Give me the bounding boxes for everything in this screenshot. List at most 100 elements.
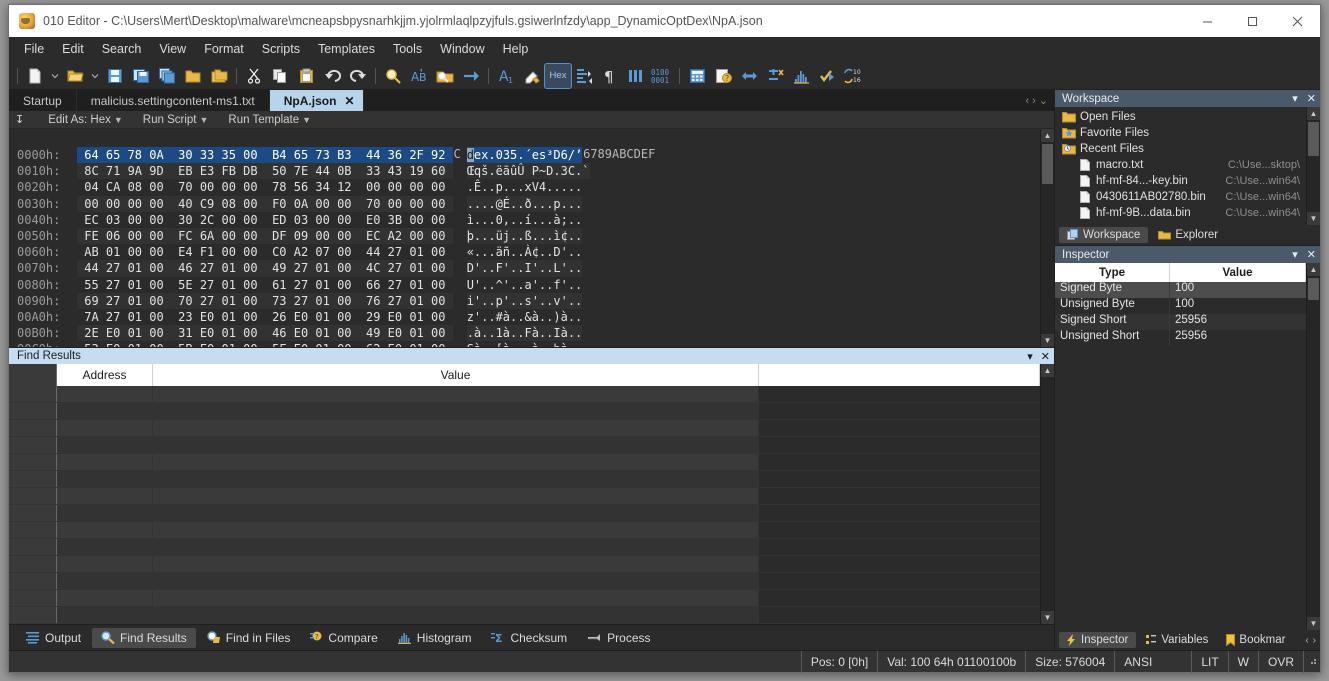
dock-tab-bookmarks[interactable]: Bookmar xyxy=(1218,632,1293,648)
inspector-rows[interactable]: Signed Byte 100 Unsigned Byte 100 Signed Sho… xyxy=(1055,282,1306,346)
status-endian[interactable]: LIT xyxy=(1191,650,1227,673)
hex-row-bytes[interactable]: 2E E0 01 00 31 E0 01 00 46 E0 01 00 49 E… xyxy=(77,325,453,342)
row-selector-cell[interactable] xyxy=(9,488,57,504)
find-results-scrollbar[interactable]: ▲ ▼ xyxy=(1040,364,1054,624)
dock-tab-inspector[interactable]: Inspector xyxy=(1059,632,1137,648)
scroll-down-icon[interactable]: ▼ xyxy=(1041,611,1054,624)
hex-row-ascii[interactable]: Sà..[à.._à..bà.. xyxy=(467,341,583,347)
row-selector-cell[interactable] xyxy=(9,556,57,572)
menu-scripts[interactable]: Scripts xyxy=(253,39,309,59)
hex-row[interactable]: 00B0h: 2E E0 01 00 31 E0 01 00 46 E0 01 … xyxy=(9,325,1040,342)
document-tab-malicius[interactable]: malicius.settingcontent-ms1.txt xyxy=(76,90,270,111)
row-selector-cell[interactable] xyxy=(9,471,57,487)
hex-row-ascii[interactable]: .Ê..p...xV4..... xyxy=(467,179,583,195)
scroll-thumb[interactable] xyxy=(1308,278,1319,300)
table-row[interactable] xyxy=(9,505,1040,522)
hex-row[interactable]: 0090h: 69 27 01 00 70 27 01 00 73 27 01 … xyxy=(9,292,1040,309)
calculator-icon[interactable] xyxy=(684,64,710,88)
open-file-icon[interactable] xyxy=(62,64,88,88)
scroll-up-icon[interactable]: ▲ xyxy=(1307,107,1320,120)
menu-templates[interactable]: Templates xyxy=(309,39,384,59)
hex-row-bytes[interactable]: 69 27 01 00 70 27 01 00 73 27 01 00 76 2… xyxy=(77,292,453,309)
scroll-track[interactable] xyxy=(1041,142,1054,334)
undo-icon[interactable] xyxy=(319,64,345,88)
panel-menu-icon[interactable]: ▾ xyxy=(1292,92,1298,105)
inspector-value[interactable]: 100 xyxy=(1170,282,1306,298)
binary-mode-icon[interactable]: 0100 0001 xyxy=(649,64,675,88)
table-row[interactable] xyxy=(9,607,1040,624)
hex-row-bytes[interactable]: 53 E0 01 00 5B E0 01 00 5F E0 01 00 62 E… xyxy=(77,341,453,347)
open-file-dropdown-icon[interactable] xyxy=(88,64,102,88)
open-folder-icon[interactable] xyxy=(180,64,206,88)
scroll-track[interactable] xyxy=(1307,120,1320,212)
run-script-dropdown[interactable]: Run Script ▼ xyxy=(133,114,219,126)
hex-row-ascii[interactable]: D'..F'..I'..L'.. xyxy=(466,260,583,277)
maximize-button[interactable] xyxy=(1230,5,1275,37)
row-selector-cell[interactable] xyxy=(9,539,57,555)
replace-icon[interactable]: AB xyxy=(406,64,432,88)
run-script-icon[interactable] xyxy=(814,64,840,88)
copy-icon[interactable] xyxy=(267,64,293,88)
scroll-track[interactable] xyxy=(1041,377,1054,611)
document-tab-npa-json[interactable]: NpA.json ✕ xyxy=(269,90,364,111)
byte-order-icon[interactable] xyxy=(571,64,597,88)
hex-row[interactable]: 0040h: EC 03 00 00 30 2C 00 00 ED 03 00 … xyxy=(9,212,1040,228)
column-header-type[interactable]: Type xyxy=(1055,263,1170,282)
row-selector-cell[interactable] xyxy=(9,522,57,538)
hex-row-ascii[interactable]: «...äñ..À¢..D'.. xyxy=(467,244,583,260)
histogram-icon[interactable] xyxy=(788,64,814,88)
inspector-value[interactable]: 25956 xyxy=(1170,314,1306,330)
status-insert-mode[interactable]: OVR xyxy=(1257,650,1303,673)
hex-row-bytes[interactable]: EC 03 00 00 30 2C 00 00 ED 03 00 00 E0 3… xyxy=(77,212,453,228)
hex-row-ascii[interactable]: dex.035.´es³D6/’ xyxy=(466,147,583,164)
hex-row-bytes[interactable]: 55 27 01 00 5E 27 01 00 61 27 01 00 66 2… xyxy=(77,277,453,293)
menu-tools[interactable]: Tools xyxy=(384,39,431,59)
dock-tab-prev-icon[interactable]: ‹ xyxy=(1305,635,1308,646)
edit-as-hex-dropdown[interactable]: Edit As: Hex ▼ xyxy=(38,114,133,126)
status-encoding[interactable]: ANSI xyxy=(1114,650,1161,673)
hex-vertical-scrollbar[interactable]: ▲ ▼ xyxy=(1040,129,1054,347)
save-as-icon[interactable] xyxy=(128,64,154,88)
scroll-thumb[interactable] xyxy=(1042,144,1053,184)
menu-view[interactable]: View xyxy=(150,39,195,59)
tree-file-item[interactable]: 0430611AB02780.bin C:\Use...win64\ xyxy=(1055,189,1306,205)
scroll-down-icon[interactable]: ▼ xyxy=(1041,334,1054,347)
column-header-value[interactable]: Value xyxy=(1170,263,1306,282)
menu-edit[interactable]: Edit xyxy=(53,39,93,59)
table-row[interactable] xyxy=(9,522,1040,539)
scroll-up-icon[interactable]: ▲ xyxy=(1041,129,1054,142)
inspector-scrollbar[interactable]: ▲ ▼ xyxy=(1306,263,1320,630)
compare-icon[interactable] xyxy=(736,64,762,88)
hex-row-ascii[interactable]: .à..1à..Fà..Ià.. xyxy=(466,325,583,342)
hex-row[interactable]: 0080h: 55 27 01 00 5E 27 01 00 61 27 01 … xyxy=(9,277,1040,293)
hex-row-bytes[interactable]: FE 06 00 00 FC 6A 00 00 DF 09 00 00 EC A… xyxy=(77,227,453,245)
table-row[interactable] xyxy=(9,403,1040,420)
table-row[interactable] xyxy=(9,420,1040,437)
hex-row[interactable]: 0050h: FE 06 00 00 FC 6A 00 00 DF 09 00 … xyxy=(9,227,1040,245)
table-row[interactable] xyxy=(9,539,1040,556)
hex-row-ascii[interactable]: Œqš.ëãûÛ P~D.3C.` xyxy=(466,163,590,180)
inspector-row[interactable]: Signed Short 25956 xyxy=(1055,314,1306,330)
tree-file-item[interactable]: hf-mf-9B...data.bin C:\Use...win64\ xyxy=(1055,205,1306,221)
bottom-tab-output[interactable]: Output xyxy=(17,628,90,648)
inspector-row[interactable]: Unsigned Byte 100 xyxy=(1055,298,1306,314)
hex-row-bytes[interactable]: 00 00 00 00 40 C9 08 00 F0 0A 00 00 70 0… xyxy=(77,195,453,212)
row-selector-cell[interactable] xyxy=(9,590,57,606)
scroll-down-icon[interactable]: ▼ xyxy=(1307,617,1320,630)
hex-row[interactable]: 0060h: AB 01 00 00 E4 F1 00 00 C0 A2 07 … xyxy=(9,244,1040,260)
menu-format[interactable]: Format xyxy=(195,39,253,59)
panel-close-icon[interactable]: ✕ xyxy=(1307,92,1316,105)
hex-row[interactable]: 0070h: 44 27 01 00 46 27 01 00 49 27 01 … xyxy=(9,260,1040,277)
goto-icon[interactable] xyxy=(458,64,484,88)
row-selector-cell[interactable] xyxy=(9,386,57,402)
column-header-value[interactable]: Value xyxy=(153,364,759,386)
cut-icon[interactable] xyxy=(241,64,267,88)
tab-list-icon[interactable]: ⌄ xyxy=(1039,94,1048,107)
row-selector-cell[interactable] xyxy=(9,573,57,589)
hex-row-ascii[interactable]: U'..^'..a'..f'.. xyxy=(467,277,583,293)
menu-search[interactable]: Search xyxy=(93,39,151,59)
row-selector-cell[interactable] xyxy=(9,454,57,470)
hex-content[interactable]: 0 1 2 3 4 5 6 7 8 9 A B C D E F012345678… xyxy=(9,129,1040,347)
inspector-row[interactable]: Signed Byte 100 xyxy=(1055,282,1306,298)
inspector-row[interactable]: Unsigned Short 25956 xyxy=(1055,330,1306,346)
